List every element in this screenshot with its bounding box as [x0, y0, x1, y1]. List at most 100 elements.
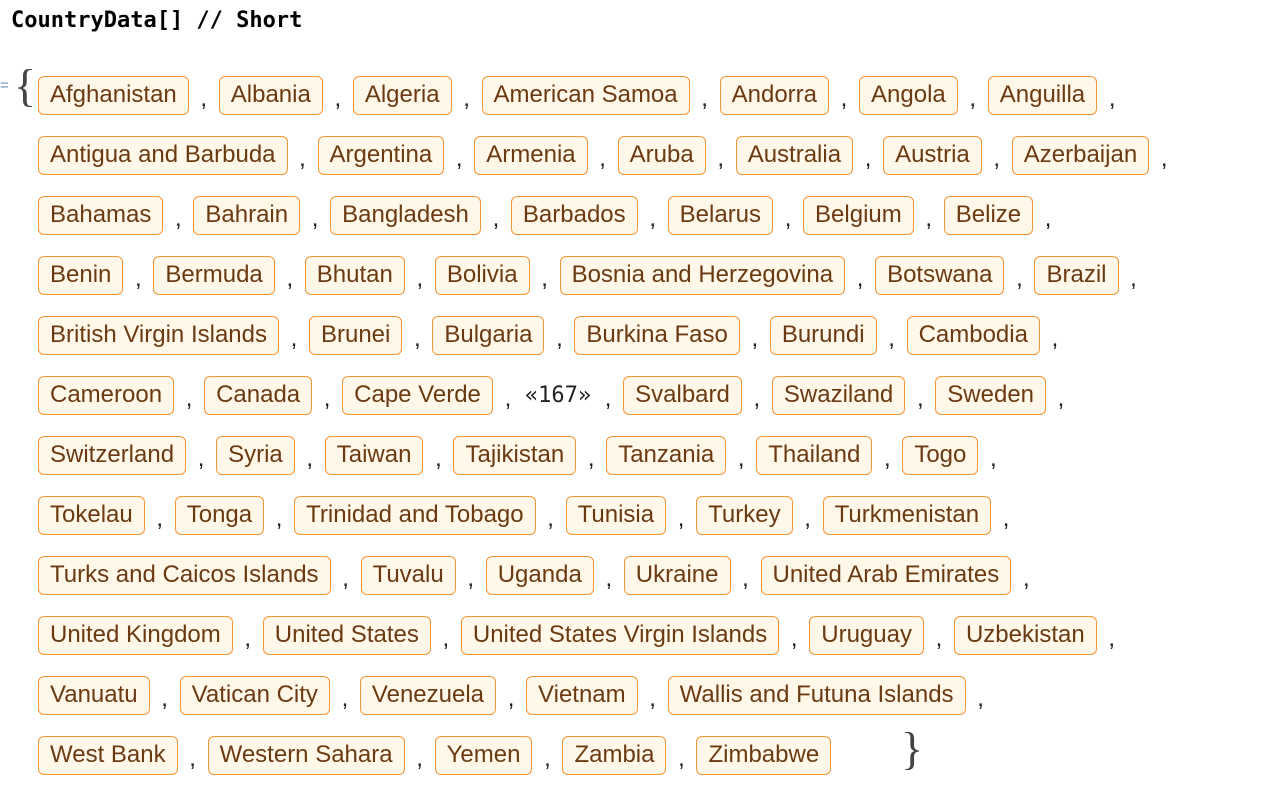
notebook: CountryData[] // Short = { Afghanistan, A… [0, 0, 1274, 790]
list-separator: , [161, 685, 168, 712]
country-entity[interactable]: Uzbekistan [953, 615, 1097, 655]
country-entity[interactable]: Western Sahara [207, 735, 405, 775]
list-separator: , [504, 385, 512, 412]
list-separator: , [925, 205, 933, 232]
list-separator: , [197, 445, 205, 472]
country-entity[interactable]: Burkina Faso [574, 315, 740, 355]
list-separator: , [492, 205, 500, 232]
elision-marker[interactable]: «167» [523, 383, 593, 408]
country-entity[interactable]: Benin [38, 255, 124, 295]
country-entity[interactable]: Botswana [875, 255, 1005, 295]
country-entity[interactable]: Bangladesh [330, 195, 481, 235]
country-entity[interactable]: Austria [883, 135, 982, 175]
list-separator: , [547, 505, 554, 532]
country-entity[interactable]: United Arab Emirates [760, 555, 1012, 595]
country-entity[interactable]: Cambodia [906, 315, 1040, 355]
country-entity[interactable]: Tonga [174, 495, 265, 535]
country-entity[interactable]: Zambia [562, 735, 667, 775]
output-row: United Kingdom, United States, United Stat… [38, 605, 1179, 665]
country-entity[interactable]: Azerbaijan [1011, 135, 1150, 175]
country-entity[interactable]: Aruba [617, 135, 706, 175]
country-entity[interactable]: Barbados [510, 195, 638, 235]
country-entity[interactable]: Vietnam [526, 675, 638, 715]
country-entity[interactable]: Switzerland [38, 435, 187, 475]
country-entity[interactable]: United Kingdom [38, 615, 233, 655]
output-marker: = [0, 77, 9, 94]
list-separator: , [587, 445, 595, 472]
input-code[interactable]: CountryData[] // Short [11, 8, 302, 33]
country-entity[interactable]: Canada [204, 375, 313, 415]
country-entity[interactable]: Turkey [696, 495, 793, 535]
country-entity[interactable]: American Samoa [481, 75, 690, 115]
country-entity[interactable]: Bermuda [153, 255, 275, 295]
country-entity[interactable]: Turkmenistan [822, 495, 992, 535]
list-separator: , [507, 685, 515, 712]
country-entity[interactable]: Australia [735, 135, 854, 175]
country-entity[interactable]: United States [262, 615, 431, 655]
country-entity[interactable]: Tokelau [38, 495, 145, 535]
country-entity[interactable]: Svalbard [623, 375, 742, 415]
country-entity[interactable]: Bosnia and Herzegovina [559, 255, 846, 295]
list-separator: , [1022, 565, 1030, 592]
country-entity[interactable]: Antigua and Barbuda [38, 135, 288, 175]
country-entity[interactable]: Taiwan [324, 435, 424, 475]
country-entity[interactable]: Venezuela [359, 675, 497, 715]
output-row: British Virgin Islands, Brunei, Bulgaria, B… [38, 305, 1179, 365]
country-entity[interactable]: Algeria [352, 75, 452, 115]
country-entity[interactable]: Vanuatu [38, 675, 150, 715]
country-entity[interactable]: Tunisia [565, 495, 667, 535]
country-entity[interactable]: Turks and Caicos Islands [38, 555, 331, 595]
country-entity[interactable]: Cameroon [38, 375, 175, 415]
country-entity[interactable]: West Bank [38, 735, 178, 775]
country-entity[interactable]: Andorra [719, 75, 830, 115]
output-list: Afghanistan, Albania, Algeria, American Sam… [38, 65, 1179, 785]
country-entity[interactable]: Bahrain [193, 195, 301, 235]
country-entity[interactable]: Afghanistan [38, 75, 189, 115]
list-separator: , [286, 265, 294, 292]
list-separator: , [463, 85, 470, 112]
list-separator: , [1108, 625, 1116, 652]
list-separator: , [414, 325, 421, 352]
list-separator: , [1108, 85, 1116, 112]
country-entity[interactable]: Argentina [317, 135, 445, 175]
country-entity[interactable]: Anguilla [987, 75, 1098, 115]
country-entity[interactable]: Bhutan [304, 255, 405, 295]
country-entity[interactable]: United States Virgin Islands [460, 615, 780, 655]
country-entity[interactable]: Angola [859, 75, 958, 115]
country-entity[interactable]: Yemen [434, 735, 533, 775]
list-separator: , [541, 265, 548, 292]
country-entity[interactable]: Cape Verde [342, 375, 493, 415]
country-entity[interactable]: Vatican City [179, 675, 330, 715]
country-entity[interactable]: Thailand [756, 435, 873, 475]
country-entity[interactable]: Ukraine [623, 555, 731, 595]
country-entity[interactable]: Belgium [803, 195, 914, 235]
country-entity[interactable]: Uruguay [809, 615, 924, 655]
list-separator: , [604, 385, 612, 412]
country-entity[interactable]: Bulgaria [432, 315, 545, 355]
country-entity[interactable]: Uganda [485, 555, 594, 595]
country-entity[interactable]: Tajikistan [453, 435, 577, 475]
country-entity[interactable]: Albania [218, 75, 323, 115]
country-entity[interactable]: Sweden [935, 375, 1047, 415]
list-separator: , [969, 85, 977, 112]
country-entity[interactable]: Syria [216, 435, 295, 475]
country-entity[interactable]: Armenia [474, 135, 588, 175]
list-separator: , [1160, 145, 1168, 172]
country-entity[interactable]: Tanzania [606, 435, 727, 475]
country-entity[interactable]: Zimbabwe [696, 735, 832, 775]
output-row: Turks and Caicos Islands, Tuvalu, Uganda, U… [38, 545, 1179, 605]
country-entity[interactable]: Swaziland [771, 375, 906, 415]
country-entity[interactable]: Burundi [769, 315, 877, 355]
country-entity[interactable]: Wallis and Futuna Islands [667, 675, 966, 715]
country-entity[interactable]: Brazil [1034, 255, 1119, 295]
output-row: West Bank, Western Sahara, Yemen, Zambia, Zi… [38, 725, 1179, 785]
country-entity[interactable]: Brunei [308, 315, 403, 355]
country-entity[interactable]: Bolivia [434, 255, 530, 295]
country-entity[interactable]: Belize [943, 195, 1034, 235]
country-entity[interactable]: Tuvalu [360, 555, 456, 595]
country-entity[interactable]: British Virgin Islands [38, 315, 279, 355]
country-entity[interactable]: Bahamas [38, 195, 164, 235]
country-entity[interactable]: Belarus [667, 195, 774, 235]
country-entity[interactable]: Togo [902, 435, 979, 475]
country-entity[interactable]: Trinidad and Tobago [294, 495, 536, 535]
